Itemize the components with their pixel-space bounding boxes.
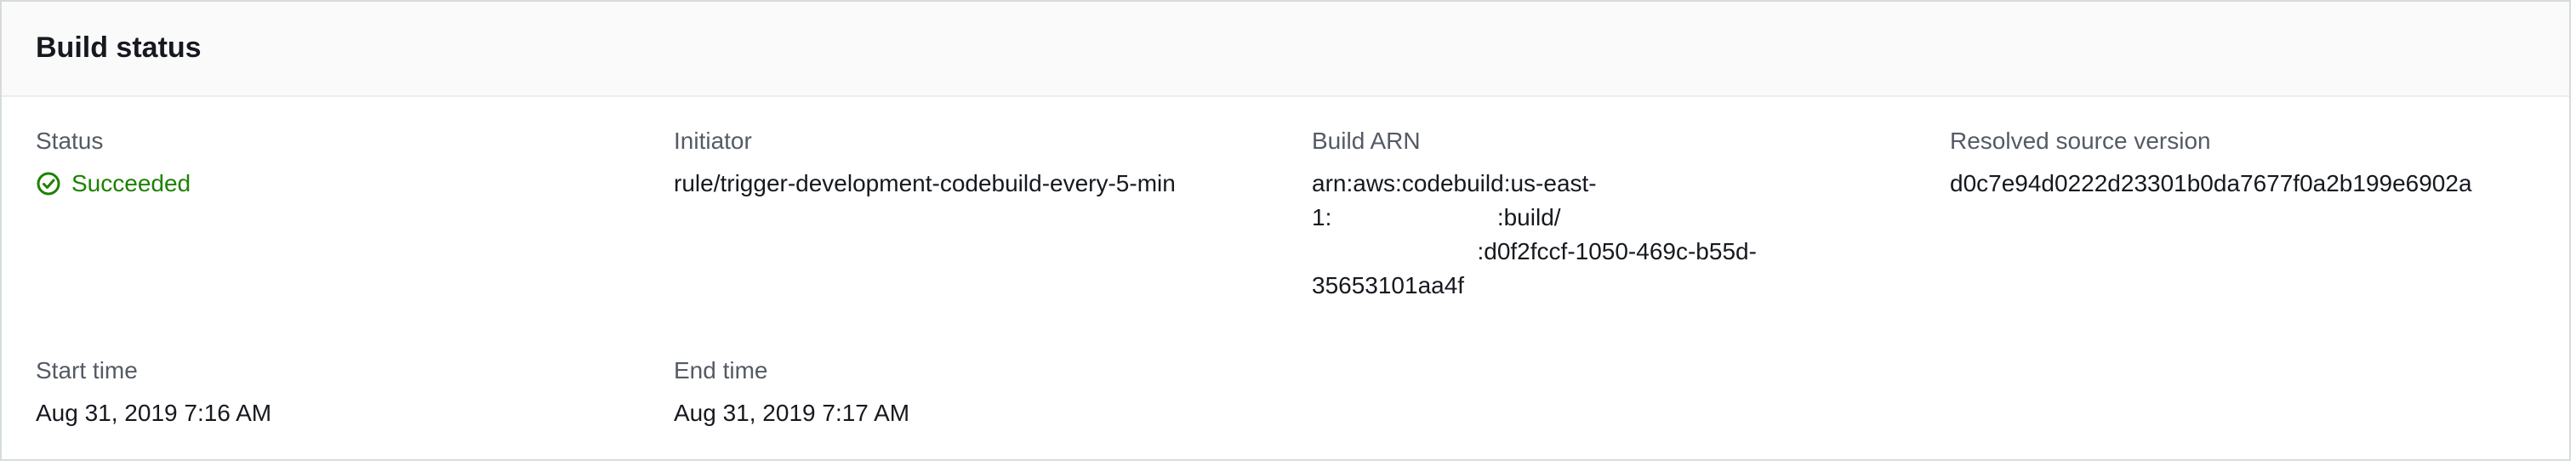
initiator-label: Initiator — [674, 128, 752, 154]
status-value: Succeeded — [36, 167, 191, 201]
build-arn-line-4: 35653101aa4f — [1312, 272, 1465, 298]
build-arn-field: Build ARN arn:aws:codebuild:us-east- 1: … — [1312, 126, 1757, 303]
initiator-value: rule/trigger-development-codebuild-every… — [674, 170, 1176, 196]
end-time-value: Aug 31, 2019 7:17 AM — [674, 400, 910, 426]
start-time-label: Start time — [36, 357, 138, 384]
end-time-label: End time — [674, 357, 768, 384]
check-circle-icon — [37, 172, 60, 196]
resolved-source-version-field: Resolved source version d0c7e94d0222d233… — [1950, 126, 2472, 201]
end-time-field: End time Aug 31, 2019 7:17 AM — [674, 355, 909, 430]
start-time-value: Aug 31, 2019 7:16 AM — [36, 400, 272, 426]
build-status-panel: Build status Status Succeeded Initiator … — [0, 0, 2571, 461]
status-field: Status Succeeded — [36, 126, 191, 201]
resolved-source-version-value: d0c7e94d0222d23301b0da7677f0a2b199e6902a — [1950, 170, 2472, 196]
build-arn-line-3: :d0f2fccf-1050-469c-b55d- — [1312, 238, 1757, 264]
resolved-source-version-label: Resolved source version — [1950, 128, 2211, 154]
build-arn-label: Build ARN — [1312, 128, 1421, 154]
start-time-field: Start time Aug 31, 2019 7:16 AM — [36, 355, 271, 430]
initiator-field: Initiator rule/trigger-development-codeb… — [674, 126, 1176, 201]
build-arn-line-1: arn:aws:codebuild:us-east- — [1312, 170, 1597, 196]
build-arn-value: arn:aws:codebuild:us-east- 1: :build/ :d… — [1312, 167, 1757, 303]
status-text: Succeeded — [71, 170, 191, 196]
panel-title: Build status — [36, 31, 202, 64]
status-label: Status — [36, 128, 104, 154]
panel-header: Build status — [2, 2, 2569, 97]
build-arn-line-2: 1: :build/ — [1312, 204, 1561, 230]
